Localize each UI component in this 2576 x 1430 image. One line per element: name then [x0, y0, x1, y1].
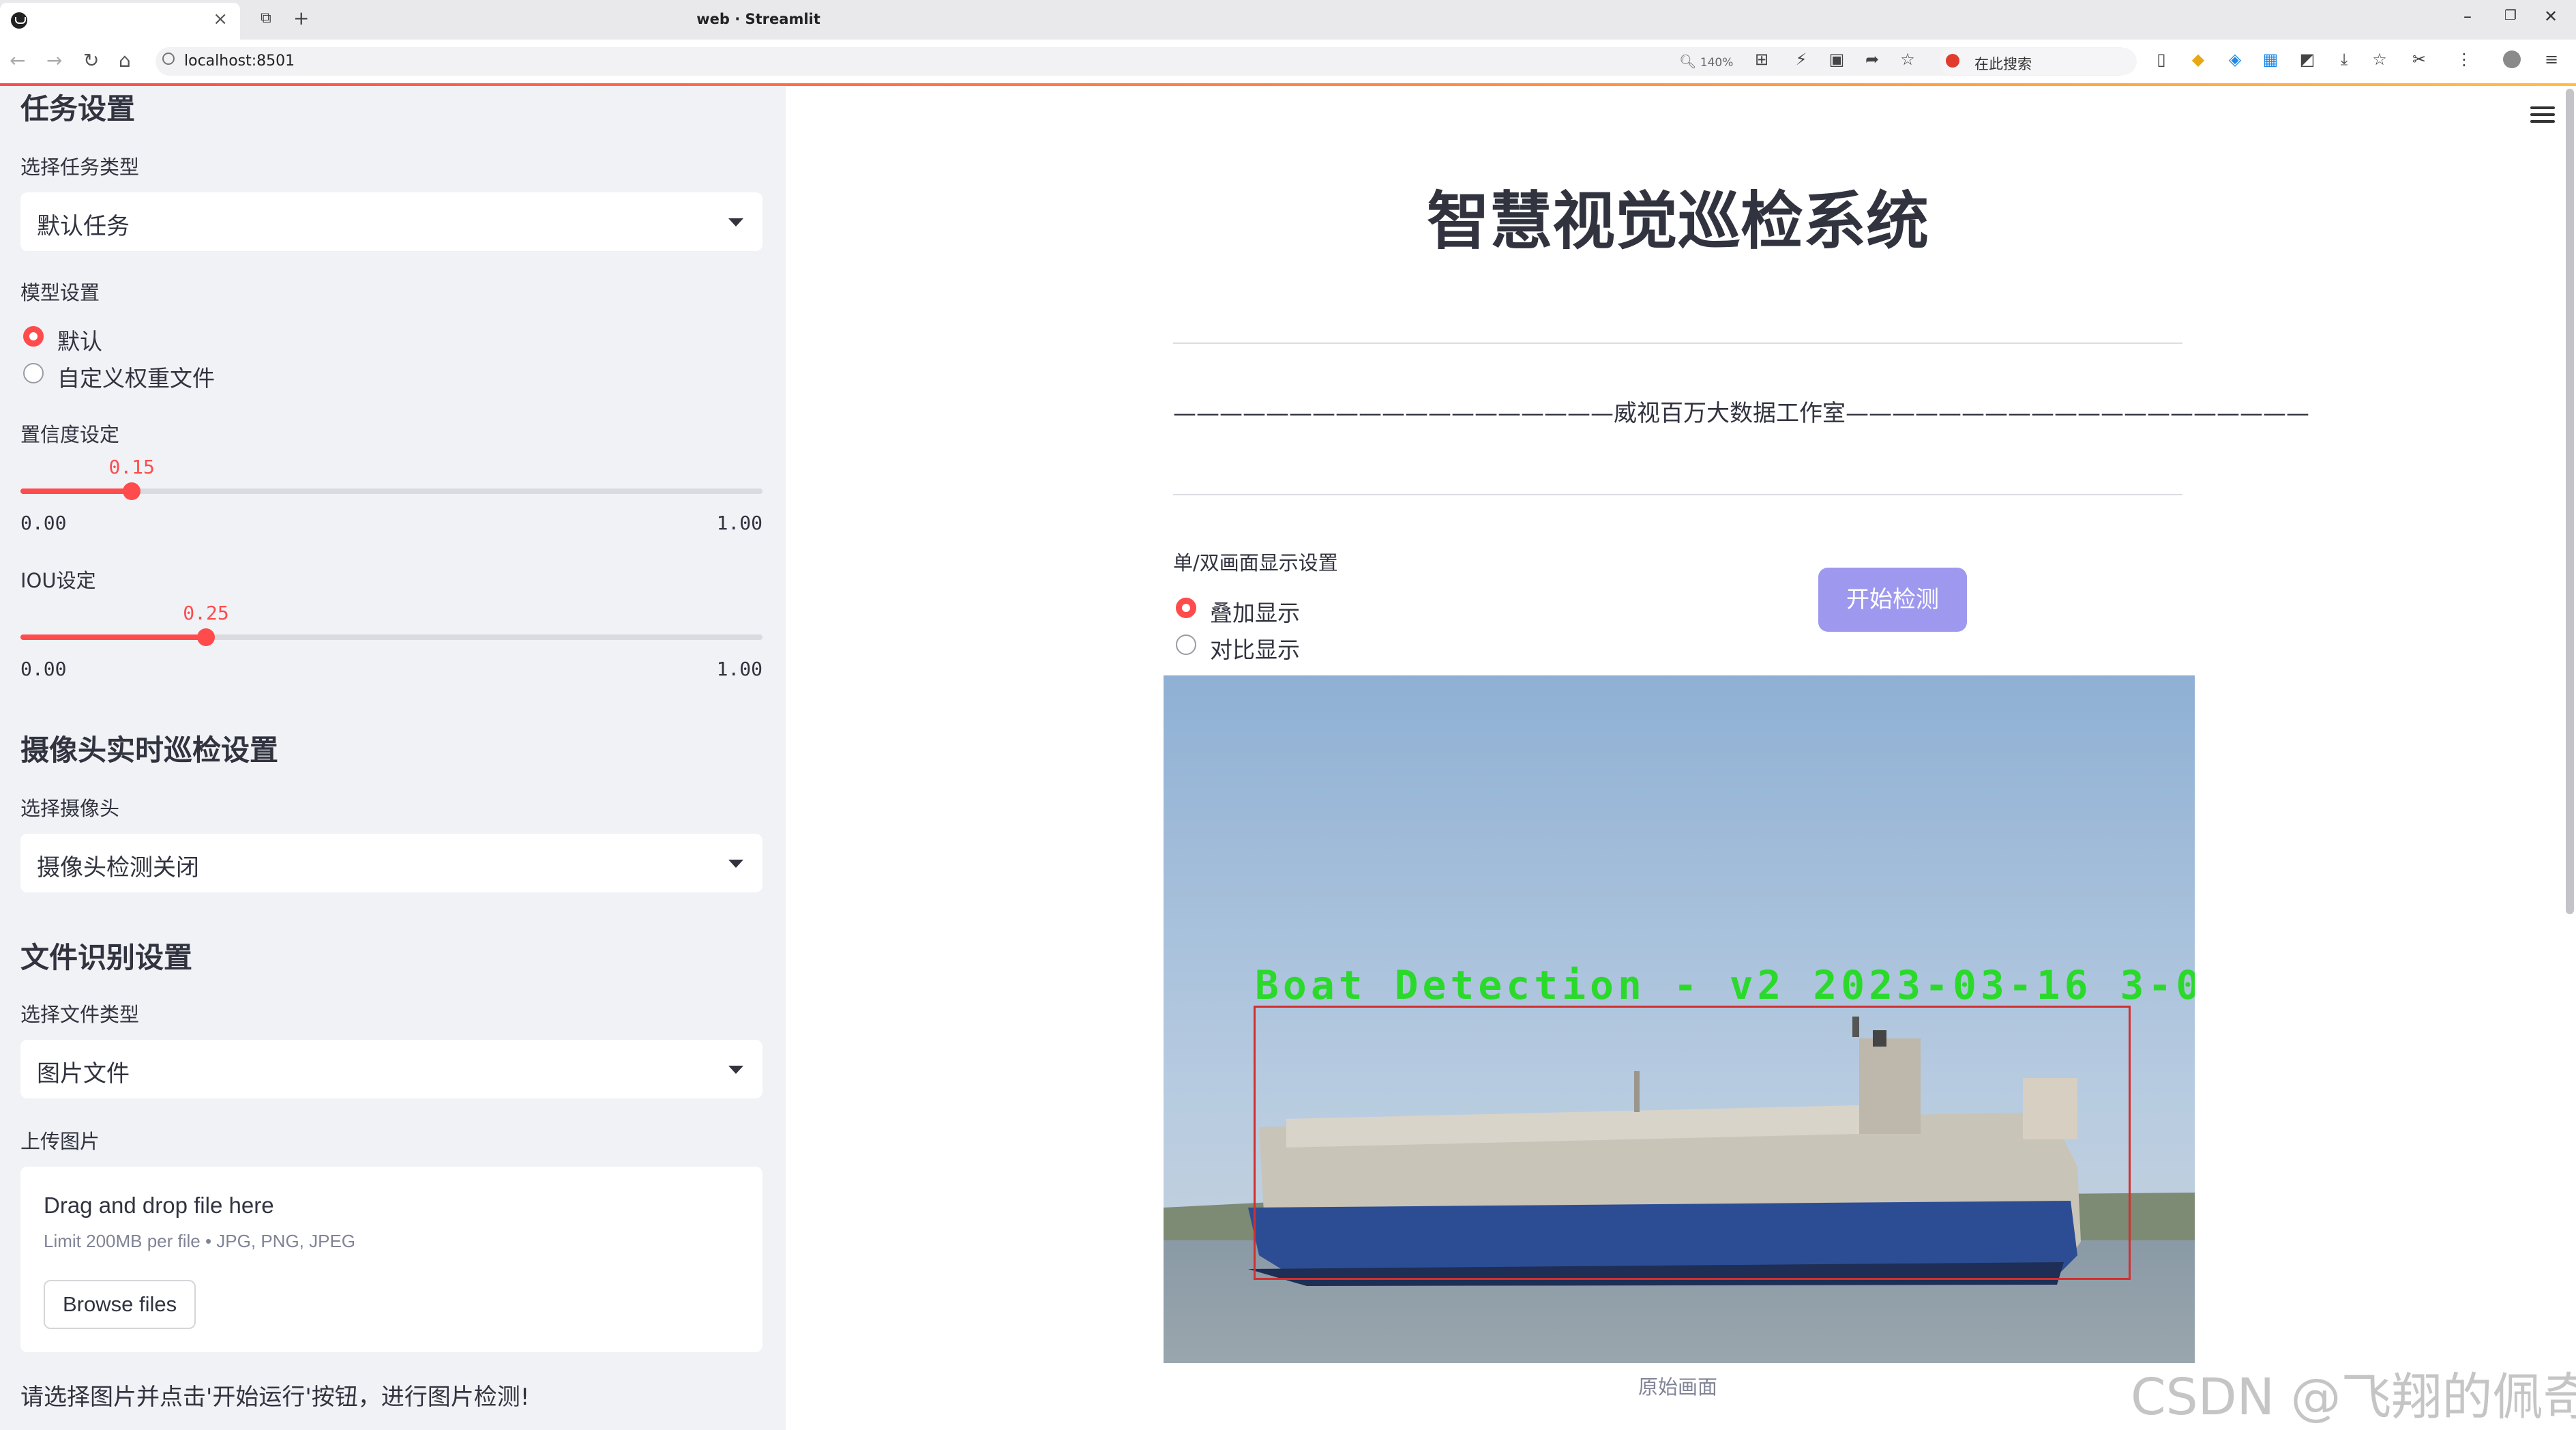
streamlit-favicon-icon [11, 12, 27, 29]
radio-label: 叠加显示 [1210, 600, 1300, 626]
upload-limit-text: Limit 200MB per file • JPG, PNG, JPEG [44, 1231, 356, 1251]
reload-icon[interactable]: ↻ [83, 49, 99, 72]
hamburger-menu-icon[interactable] [2530, 106, 2555, 127]
radio-label: 自定义权重文件 [57, 365, 215, 392]
detection-label: Boat Detection - v2 2023-03-16 3-02 [1255, 962, 2195, 1008]
back-icon[interactable]: ← [10, 49, 25, 72]
file-type-select[interactable]: 图片文件 [20, 1040, 763, 1098]
radio-label: 默认 [57, 328, 102, 355]
model-settings-label: 模型设置 [20, 281, 100, 304]
tab-title: web · Streamlit [696, 11, 820, 27]
slider-max: 1.00 [716, 658, 763, 680]
page-subtitle: ———————————————————威视百万大数据工作室———————————… [1173, 400, 2309, 427]
favorites-icon[interactable]: ☆ [2371, 50, 2388, 68]
menu-icon[interactable]: ≡ [2543, 50, 2560, 68]
translate-icon[interactable]: ⊞ [1753, 50, 1771, 68]
avatar[interactable] [2503, 50, 2521, 68]
file-settings-header: 文件识别设置 [20, 941, 193, 974]
restore-icon[interactable]: ❐ [2504, 7, 2517, 23]
slider-thumb[interactable] [123, 482, 141, 500]
image-caption: 原始画面 [1638, 1375, 1717, 1399]
chevron-down-icon [728, 1066, 743, 1074]
confidence-label: 置信度设定 [20, 423, 120, 446]
bookmark-star-icon[interactable]: ☆ [1899, 50, 1916, 68]
confidence-value: 0.15 [108, 456, 155, 478]
browser-search-box[interactable]: 在此搜索 [1939, 48, 2137, 75]
lightning-icon[interactable]: ⚡︎ [1792, 50, 1810, 68]
browser-tab[interactable]: web · Streamlit × [0, 3, 820, 40]
browse-files-button[interactable]: Browse files [44, 1280, 196, 1329]
slider-max: 1.00 [716, 512, 763, 534]
confidence-slider[interactable]: 0.15 0.00 1.00 [20, 456, 763, 538]
extension-icon[interactable]: ◈ [2226, 50, 2244, 68]
new-tab-icon[interactable]: + [293, 7, 309, 29]
iou-slider[interactable]: 0.25 0.00 1.00 [20, 602, 763, 684]
url-text: localhost:8501 [184, 53, 295, 70]
chevron-down-icon [728, 218, 743, 227]
detection-result-image: Boat Detection - v2 2023-03-16 3-02 [1164, 675, 2195, 1363]
more-icon[interactable]: ⋮ [2455, 50, 2473, 68]
search-engine-icon [1946, 54, 1959, 68]
camera-value: 摄像头检测关闭 [37, 854, 199, 881]
task-type-value: 默认任务 [37, 213, 130, 240]
iou-label: IOU设定 [20, 569, 96, 592]
radio-selected-icon [23, 326, 44, 347]
display-mode-label: 单/双画面显示设置 [1173, 551, 1338, 574]
home-icon[interactable]: ⌂ [119, 49, 131, 72]
page-title: 智慧视觉巡检系统 [1426, 185, 1929, 258]
file-type-value: 图片文件 [37, 1060, 130, 1088]
file-uploader-dropzone[interactable]: Drag and drop file here Limit 200MB per … [20, 1167, 763, 1352]
slider-fill [20, 488, 132, 494]
camera-settings-header: 摄像头实时巡检设置 [20, 733, 279, 767]
extension-icon[interactable]: ▦ [2262, 50, 2279, 68]
browser-tab-bar: web · Streamlit × ⧉ + – ❐ ✕ [0, 0, 2576, 40]
search-placeholder: 在此搜索 [1974, 56, 2032, 72]
close-tab-icon[interactable]: × [213, 9, 228, 29]
radio-selected-icon [1176, 598, 1196, 618]
tab-groups-icon[interactable]: ⧉ [261, 10, 271, 27]
upload-label: 上传图片 [20, 1130, 100, 1153]
share-icon[interactable]: ➦ [1863, 50, 1881, 68]
radio-unselected-icon [23, 363, 44, 383]
close-window-icon[interactable]: ✕ [2544, 7, 2558, 26]
detection-box [1254, 1006, 2131, 1280]
csdn-watermark: CSDN @飞翔的佩奇 [2131, 1368, 2576, 1427]
radio-unselected-icon [1176, 634, 1196, 655]
task-type-label: 选择任务类型 [20, 156, 140, 179]
iou-value: 0.25 [183, 602, 229, 624]
forward-icon[interactable]: → [46, 49, 62, 72]
divider [1173, 494, 2182, 495]
slider-fill [20, 634, 206, 640]
drag-drop-text: Drag and drop file here [44, 1193, 274, 1218]
download-icon[interactable]: ⤓ [2335, 50, 2353, 68]
camera-label: 选择摄像头 [20, 797, 120, 820]
radio-label: 对比显示 [1210, 637, 1300, 663]
divider [1173, 342, 2182, 344]
start-detection-button[interactable]: 开始检测 [1818, 568, 1967, 632]
screenshot-icon[interactable]: ▣ [1828, 50, 1846, 68]
slider-min: 0.00 [20, 658, 67, 680]
address-toolbar: ← → ↻ ⌂ localhost:8501 🔍︎ 140% ⊞ ⚡︎ ▣ ➦ … [0, 40, 2576, 84]
task-settings-header: 任务设置 [20, 92, 136, 126]
extension-icon[interactable]: ◩ [2298, 50, 2316, 68]
slider-track [20, 634, 763, 640]
cut-icon[interactable]: ✂ [2410, 50, 2428, 68]
sidebar-instruction: 请选择图片并点击'开始运行'按钮，进行图片检测! [20, 1384, 530, 1411]
extension-icon[interactable]: ◆ [2189, 50, 2207, 68]
slider-thumb[interactable] [197, 628, 215, 646]
zoom-level[interactable]: 🔍︎ 140% [1679, 53, 1733, 70]
file-type-label: 选择文件类型 [20, 1003, 140, 1026]
slider-min: 0.00 [20, 512, 67, 534]
page-scrollbar[interactable] [2566, 89, 2574, 914]
chevron-down-icon [728, 860, 743, 868]
camera-select[interactable]: 摄像头检测关闭 [20, 834, 763, 892]
minimize-icon[interactable]: – [2463, 7, 2472, 26]
task-type-select[interactable]: 默认任务 [20, 192, 763, 251]
search-icon [162, 53, 175, 65]
reading-mode-icon[interactable]: ▯ [2152, 50, 2170, 68]
